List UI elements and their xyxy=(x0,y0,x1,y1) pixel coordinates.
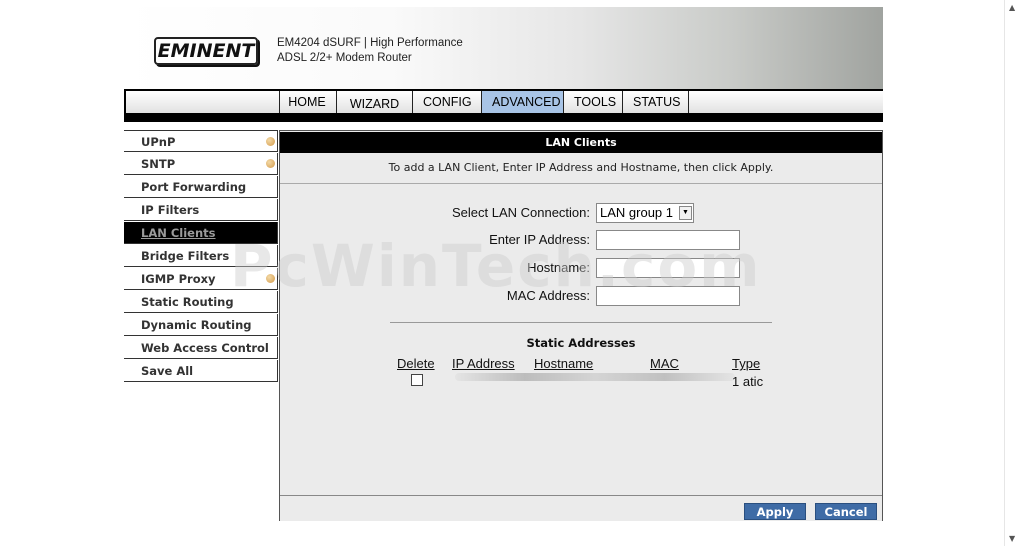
lan-connection-select[interactable]: LAN group 1 ▼ xyxy=(596,203,694,223)
lan-connection-value: LAN group 1 xyxy=(600,205,673,220)
chevron-down-icon[interactable]: ▼ xyxy=(679,206,692,220)
nav-left-spacer xyxy=(124,91,280,113)
tab-config[interactable]: CONFIG xyxy=(413,91,482,113)
page-description: To add a LAN Client, Enter IP Address an… xyxy=(280,153,882,184)
sidebar-item-label: Static Routing xyxy=(141,295,234,309)
column-mac[interactable]: MAC xyxy=(650,356,679,371)
column-hostname[interactable]: Hostname xyxy=(534,356,593,371)
row-type-value: 1 atic xyxy=(732,374,764,389)
page-title: LAN Clients xyxy=(280,132,882,153)
static-addresses-title: Static Addresses xyxy=(526,336,636,350)
header-banner: EMINENT EM4204 dSURF | High Performance … xyxy=(124,7,883,89)
sidebar-item-static-routing[interactable]: Static Routing xyxy=(124,291,278,313)
sidebar-item-lan-clients[interactable]: LAN Clients xyxy=(124,222,278,244)
nav-divider-strip xyxy=(124,115,883,122)
sidebar-item-ip-filters[interactable]: IP Filters xyxy=(124,199,278,221)
sidebar-item-label: Bridge Filters xyxy=(141,249,230,263)
mac-address-label: MAC Address: xyxy=(506,288,590,303)
ip-address-label: Enter IP Address: xyxy=(489,232,590,247)
hostname-label: Hostname: xyxy=(527,260,590,275)
column-delete[interactable]: Delete xyxy=(397,356,435,371)
lan-connection-label: Select LAN Connection: xyxy=(451,205,590,220)
bullet-dot-icon xyxy=(266,137,275,146)
cancel-button[interactable]: Cancel xyxy=(815,503,877,520)
tab-advanced[interactable]: ADVANCED xyxy=(482,91,564,113)
top-nav: HOME WIZARD CONFIG ADVANCED TOOLS STATUS xyxy=(124,89,883,115)
sidebar-item-label: Save All xyxy=(141,364,194,378)
tab-tools[interactable]: TOOLS xyxy=(564,91,623,113)
mac-address-row: MAC Address: xyxy=(280,286,882,306)
tab-status[interactable]: STATUS xyxy=(623,91,689,113)
nav-tabs: HOME WIZARD CONFIG ADVANCED TOOLS STATUS xyxy=(278,91,689,113)
redacted-row-data xyxy=(455,373,735,381)
sidebar-item-port-forwarding[interactable]: Port Forwarding xyxy=(124,176,278,198)
hostname-row: Hostname: xyxy=(280,258,882,278)
sidebar-item-sntp[interactable]: SNTP xyxy=(124,153,278,175)
sidebar-item-label: Web Access Control xyxy=(141,341,269,355)
sidebar-item-upnp[interactable]: UPnP xyxy=(124,130,278,152)
ip-address-row: Enter IP Address: xyxy=(280,230,882,250)
sidebar-item-label: IGMP Proxy xyxy=(141,272,216,286)
product-separator: | xyxy=(360,37,371,49)
sidebar-item-label: Port Forwarding xyxy=(141,180,247,194)
bullet-dot-icon xyxy=(266,274,275,283)
sidebar-menu: UPnP SNTP Port Forwarding IP Filters LAN… xyxy=(124,130,278,383)
sidebar-item-web-access-control[interactable]: Web Access Control xyxy=(124,337,278,359)
ip-address-input[interactable] xyxy=(596,230,740,250)
product-line-1: EM4204 dSURF | High Performance xyxy=(277,36,463,51)
sidebar-item-igmp-proxy[interactable]: IGMP Proxy xyxy=(124,268,278,290)
section-divider xyxy=(390,322,772,323)
button-bar: Apply Cancel xyxy=(280,495,882,521)
product-tagline: High Performance xyxy=(370,37,463,49)
scroll-up-icon[interactable]: ▲ xyxy=(1009,3,1015,12)
mac-address-input[interactable] xyxy=(596,286,740,306)
lan-connection-row: Select LAN Connection: LAN group 1 ▼ xyxy=(280,203,882,223)
sidebar-item-label: LAN Clients xyxy=(141,226,216,240)
delete-checkbox[interactable] xyxy=(411,374,423,386)
tab-wizard[interactable]: WIZARD xyxy=(337,91,413,113)
sidebar-item-bridge-filters[interactable]: Bridge Filters xyxy=(124,245,278,267)
sidebar-item-label: UPnP xyxy=(141,135,176,149)
product-model: EM4204 dSURF xyxy=(277,37,361,49)
column-type[interactable]: Type xyxy=(732,356,760,371)
column-ip-address[interactable]: IP Address xyxy=(452,356,515,371)
apply-button[interactable]: Apply xyxy=(744,503,806,520)
sidebar-item-label: SNTP xyxy=(141,157,176,171)
page-scrollbar[interactable]: ▲ ▼ xyxy=(1004,0,1022,546)
product-line-2: ADSL 2/2+ Modem Router xyxy=(277,52,412,64)
content-panel: LAN Clients To add a LAN Client, Enter I… xyxy=(279,130,883,521)
tab-home[interactable]: HOME xyxy=(278,91,337,113)
hostname-input[interactable] xyxy=(596,258,740,278)
scroll-down-icon[interactable]: ▼ xyxy=(1009,534,1015,543)
sidebar-item-label: Dynamic Routing xyxy=(141,318,252,332)
eminent-logo: EMINENT xyxy=(154,37,258,65)
sidebar-item-label: IP Filters xyxy=(141,203,200,217)
bullet-dot-icon xyxy=(266,159,275,168)
product-name: EM4204 dSURF | High Performance ADSL 2/2… xyxy=(277,36,463,66)
sidebar-item-dynamic-routing[interactable]: Dynamic Routing xyxy=(124,314,278,336)
sidebar-item-save-all[interactable]: Save All xyxy=(124,360,278,382)
